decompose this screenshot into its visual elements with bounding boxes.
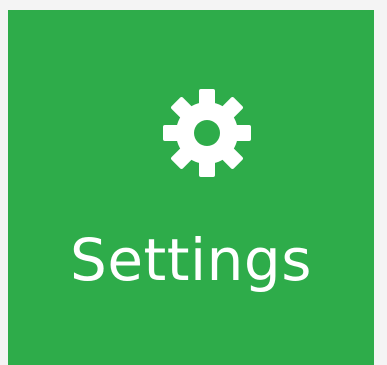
gear-icon bbox=[157, 83, 257, 183]
settings-tile[interactable]: Settings bbox=[8, 10, 374, 365]
settings-label: Settings bbox=[70, 226, 312, 294]
page: Settings bbox=[0, 0, 387, 365]
